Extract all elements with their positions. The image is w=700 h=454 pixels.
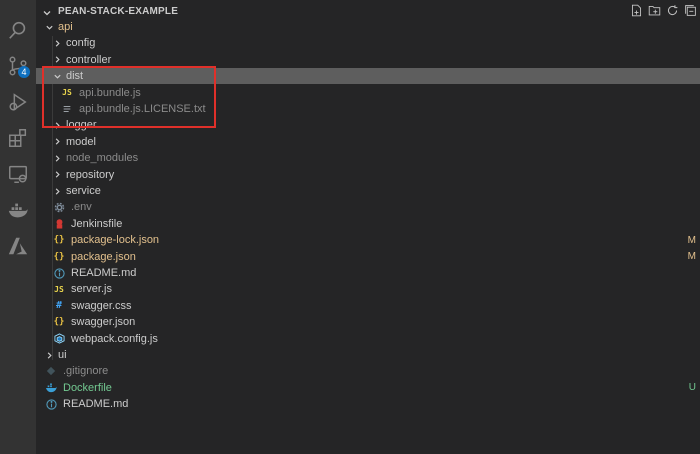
json-braces-icon: {} [53, 317, 65, 328]
explorer-section-header[interactable]: PEAN-STACK-EXAMPLE [36, 2, 700, 20]
tree-item-label: server.js [71, 283, 112, 296]
tree-folder-logger[interactable]: logger [36, 117, 700, 133]
explorer-title: PEAN-STACK-EXAMPLE [58, 5, 179, 17]
json-braces-icon: {} [53, 251, 65, 262]
refresh-icon[interactable] [664, 2, 680, 18]
tree-item-label: Jenkinsfile [71, 217, 123, 230]
tree-file-readme-md[interactable]: README.md [36, 396, 700, 412]
git-status-badge: U [688, 382, 696, 394]
tree-item-label: service [66, 185, 101, 197]
scm-badge: 4 [18, 66, 30, 78]
tree-item-label: Dockerfile [63, 381, 112, 394]
tree-item-label: README.md [71, 267, 137, 279]
tree-folder-ui[interactable]: ui [36, 347, 700, 363]
tree-item-label: swagger.json [71, 316, 136, 329]
tree-file-server-js[interactable]: JS server.js [36, 281, 700, 297]
tree-folder-model[interactable]: model [36, 134, 700, 150]
tree-folder-service[interactable]: service [36, 183, 700, 199]
chevron-right-icon [52, 55, 62, 65]
chevron-right-icon [52, 170, 62, 180]
tree-file-swagger-css[interactable]: # swagger.css [36, 298, 700, 314]
tree-item-label: package.json [71, 250, 136, 263]
tree-file-api-bundle-js[interactable]: JS api.bundle.js [36, 85, 700, 101]
tree-item-label: swagger.css [71, 299, 132, 312]
tree-folder-dist[interactable]: dist [36, 68, 700, 85]
tree-item-label: config [66, 37, 96, 50]
tree-item-label: controller [66, 53, 112, 66]
json-braces-icon: {} [53, 235, 65, 246]
webpack-icon [52, 332, 66, 346]
text-file-icon [60, 102, 74, 116]
tree-folder-controller[interactable]: controller [36, 52, 700, 68]
extensions-icon[interactable] [6, 126, 30, 150]
activity-bar: 4 [0, 0, 36, 454]
tree-folder-api[interactable]: api [36, 19, 700, 35]
tree-item-label: api [58, 21, 73, 33]
explorer-actions [628, 2, 698, 18]
tree-folder-node-modules[interactable]: node_modules [36, 150, 700, 166]
tree-file--env[interactable]: .env [36, 199, 700, 215]
git-status-badge: M [687, 251, 696, 263]
tree-file-webpack-config-js[interactable]: webpack.config.js [36, 331, 700, 347]
tree-folder-repository[interactable]: repository [36, 167, 700, 183]
tree-item-label: ui [58, 349, 67, 361]
tree-file-package-json[interactable]: {} package.json M [36, 249, 700, 265]
tree-file-readme-md[interactable]: README.md [36, 265, 700, 281]
tree-item-label: logger [66, 119, 97, 132]
explorer-panel: PEAN-STACK-EXAMPLE api config controller di… [36, 0, 700, 454]
tree-file-jenkinsfile[interactable]: Jenkinsfile [36, 216, 700, 232]
tree-item-label: node_modules [66, 152, 139, 165]
tree-folder-config[interactable]: config [36, 35, 700, 51]
tree-item-label: package-lock.json [71, 234, 160, 247]
css-hash-icon: # [55, 300, 63, 312]
tree-item-label: .env [71, 201, 92, 214]
info-icon [44, 397, 58, 411]
collapse-all-icon[interactable] [682, 2, 698, 18]
new-folder-icon[interactable] [646, 2, 662, 18]
chevron-right-icon [52, 186, 62, 196]
info-icon [52, 266, 66, 280]
tree-item-label: api.bundle.js [79, 86, 141, 99]
js-file-icon: JS [62, 88, 72, 98]
run-debug-icon[interactable] [6, 90, 30, 114]
tree-item-label: .gitignore [63, 365, 109, 378]
new-file-icon[interactable] [628, 2, 644, 18]
azure-icon[interactable] [6, 234, 30, 258]
tree-item-label: api.bundle.js.LICENSE.txt [79, 103, 206, 115]
chevron-down-icon [52, 71, 62, 81]
git-status-badge: M [687, 234, 696, 246]
chevron-right-icon [52, 153, 62, 163]
chevron-right-icon [44, 350, 54, 360]
tree-item-label: dist [66, 70, 84, 83]
tree-item-label: README.md [63, 398, 129, 411]
tree-file-dockerfile[interactable]: Dockerfile U [36, 380, 700, 396]
remote-explorer-icon[interactable] [6, 162, 30, 186]
gear-icon [52, 200, 66, 214]
chevron-down-icon [42, 6, 52, 16]
docker-icon[interactable] [6, 198, 30, 222]
tree-item-label: webpack.config.js [71, 332, 158, 345]
tree-item-label: repository [66, 168, 115, 181]
tree-file-swagger-json[interactable]: {} swagger.json [36, 314, 700, 330]
chevron-right-icon [52, 120, 62, 130]
docker-whale-icon [44, 381, 58, 395]
js-file-icon: JS [54, 284, 64, 294]
search-icon[interactable] [6, 18, 30, 42]
chevron-right-icon [52, 137, 62, 147]
tree-file-package-lock-json[interactable]: {} package-lock.json M [36, 232, 700, 248]
tree-item-label: model [66, 135, 96, 148]
git-diamond-icon [44, 364, 58, 378]
chevron-down-icon [44, 22, 54, 32]
tree-file-api-bundle-js-license-txt[interactable]: api.bundle.js.LICENSE.txt [36, 101, 700, 117]
tree-file--gitignore[interactable]: .gitignore [36, 363, 700, 379]
jenkins-icon [52, 217, 66, 231]
chevron-right-icon [52, 38, 62, 48]
